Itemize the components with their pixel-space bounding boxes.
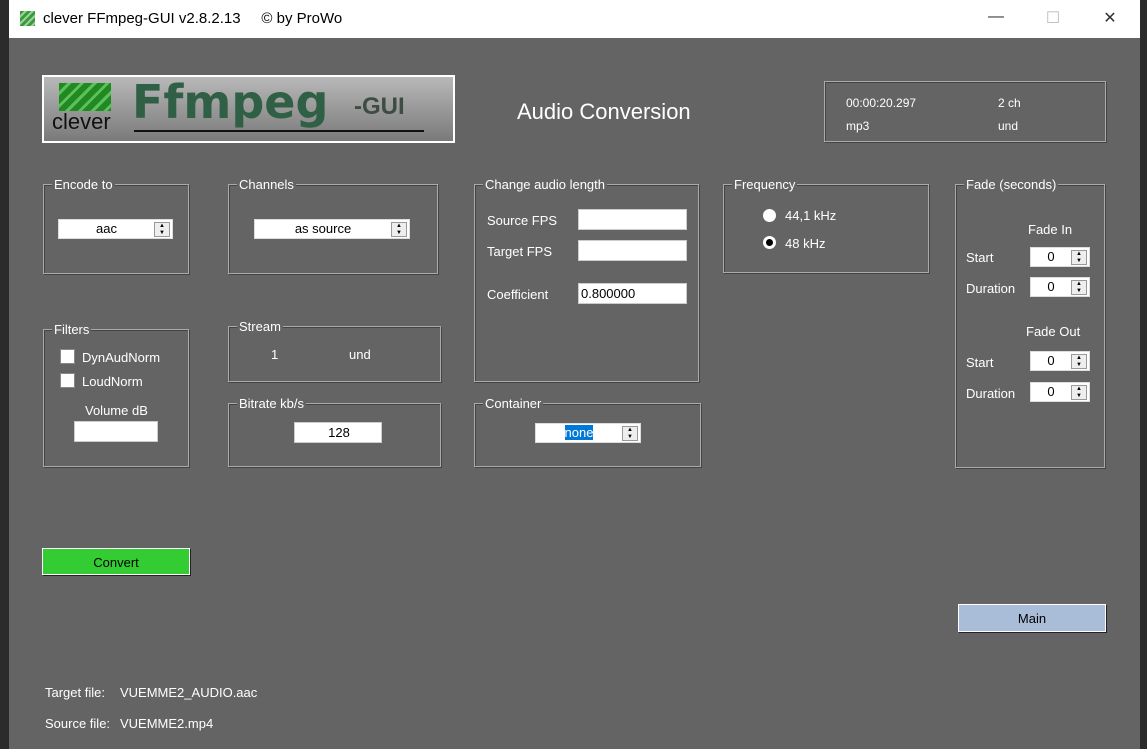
duration: 00:00:20.297 xyxy=(846,96,917,110)
fade-out-label: Fade Out xyxy=(1026,324,1081,339)
container-spinner[interactable]: none ▲ ▼ xyxy=(535,423,641,443)
stream-index: 1 xyxy=(271,347,279,362)
channels-group: Channels as source ▲ ▼ xyxy=(228,177,438,274)
value: none xyxy=(564,425,594,440)
group-label: Container xyxy=(483,396,544,411)
value: 0 xyxy=(1047,353,1055,368)
coefficient-label: Coefficient xyxy=(487,287,549,302)
freq-48-radio[interactable] xyxy=(763,236,776,249)
title-bar: clever FFmpeg-GUI v2.8.2.13 © by ProWo —… xyxy=(9,0,1140,38)
source-file: VUEMME2.mp4 xyxy=(120,716,214,731)
group-label: Frequency xyxy=(732,177,798,192)
format: mp3 xyxy=(846,119,870,133)
spin-arrows-icon[interactable]: ▲ ▼ xyxy=(1071,354,1087,369)
value: 0 xyxy=(1047,249,1055,264)
fade-group: Fade (seconds) Fade In Start 0 ▲ ▼ Duratio… xyxy=(955,177,1105,468)
target-fps-label: Target FPS xyxy=(487,244,553,259)
source-file-label: Source file: xyxy=(45,716,111,731)
language: und xyxy=(998,119,1019,133)
source-fps-label: Source FPS xyxy=(487,213,558,228)
fade-out-start-label: Start xyxy=(966,355,994,370)
minimize-button[interactable]: — xyxy=(981,8,1011,30)
channel-count: 2 ch xyxy=(998,96,1021,110)
target-file-label: Target file: xyxy=(45,685,105,700)
filters-group: Filters DynAudNorm LoudNorm Volume dB xyxy=(43,322,189,467)
main-button[interactable]: Main xyxy=(958,604,1106,632)
maximize-button[interactable]: ☐ xyxy=(1038,8,1068,30)
spin-arrows-icon[interactable]: ▲ ▼ xyxy=(1071,385,1087,400)
group-label: Encode to xyxy=(52,177,115,192)
value: 0 xyxy=(1047,279,1055,294)
spin-arrows-icon[interactable]: ▲ ▼ xyxy=(1071,280,1087,295)
bitrate-input[interactable]: 128 xyxy=(294,422,382,443)
group-label: Bitrate kb/s xyxy=(237,396,307,411)
source-fps-input[interactable] xyxy=(578,209,687,230)
value: as source xyxy=(294,221,352,236)
fade-in-duration-spinner[interactable]: 0 ▲ ▼ xyxy=(1030,277,1090,297)
coefficient-input[interactable]: 0.800000 xyxy=(578,283,687,304)
volume-input[interactable] xyxy=(74,421,158,442)
target-fps-input[interactable] xyxy=(578,240,687,261)
ffmpeg-logo-icon xyxy=(59,83,111,111)
loudnorm-checkbox[interactable] xyxy=(60,373,75,388)
spin-arrows-icon[interactable]: ▲ ▼ xyxy=(622,426,638,441)
stream-group: Stream 1 und xyxy=(228,319,441,382)
spin-arrows-icon[interactable]: ▲ ▼ xyxy=(391,222,407,237)
page-title: Audio Conversion xyxy=(517,99,691,124)
fade-in-label: Fade In xyxy=(1028,222,1073,237)
logo-ffmpeg: Ffmpeg xyxy=(132,75,329,129)
logo: clever Ffmpeg -GUI xyxy=(42,75,455,143)
group-label: Change audio length xyxy=(483,177,607,192)
freq-48-label: 48 kHz xyxy=(785,236,826,251)
fade-in-duration-label: Duration xyxy=(966,281,1016,296)
logo-gui: -GUI xyxy=(354,93,405,120)
logo-clever: clever xyxy=(52,109,111,134)
value: 0 xyxy=(1047,384,1055,399)
fade-out-duration-label: Duration xyxy=(966,386,1016,401)
dynaudnorm-checkbox[interactable] xyxy=(60,349,75,364)
spin-arrows-icon[interactable]: ▲ ▼ xyxy=(154,222,170,237)
group-label: Channels xyxy=(237,177,296,192)
encode-to-spinner[interactable]: aac ▲ ▼ xyxy=(58,219,173,239)
channels-spinner[interactable]: as source ▲ ▼ xyxy=(254,219,410,239)
fade-in-start-spinner[interactable]: 0 ▲ ▼ xyxy=(1030,247,1090,267)
convert-button[interactable]: Convert xyxy=(42,548,190,575)
window-title: clever FFmpeg-GUI v2.8.2.13 © by ProWo xyxy=(43,10,343,27)
target-file: VUEMME2_AUDIO.aac xyxy=(120,685,258,700)
freq-44-label: 44,1 kHz xyxy=(785,208,837,223)
close-button[interactable]: ✕ xyxy=(1095,8,1125,30)
stream-language: und xyxy=(349,347,371,362)
bitrate-group: Bitrate kb/s 128 xyxy=(228,396,441,467)
spin-arrows-icon[interactable]: ▲ ▼ xyxy=(1071,250,1087,265)
container-group: Container none ▲ ▼ xyxy=(474,396,701,467)
encode-to-group: Encode to aac ▲ ▼ xyxy=(43,177,189,274)
app-window: clever FFmpeg-GUI v2.8.2.13 © by ProWo —… xyxy=(9,0,1140,749)
loudnorm-label: LoudNorm xyxy=(82,374,143,389)
freq-44-radio[interactable] xyxy=(763,209,776,222)
frequency-group: Frequency 44,1 kHz 48 kHz xyxy=(723,177,929,273)
info-panel: 00:00:20.297 2 ch mp3 und xyxy=(824,81,1106,142)
value: aac xyxy=(96,221,117,236)
volume-label: Volume dB xyxy=(85,403,148,418)
fade-out-start-spinner[interactable]: 0 ▲ ▼ xyxy=(1030,351,1090,371)
audio-length-group: Change audio length Source FPS Target FP… xyxy=(474,177,699,382)
group-label: Stream xyxy=(237,319,283,334)
app-icon xyxy=(20,11,35,26)
fade-out-duration-spinner[interactable]: 0 ▲ ▼ xyxy=(1030,382,1090,402)
group-label: Fade (seconds) xyxy=(964,177,1059,192)
group-label: Filters xyxy=(52,322,92,337)
dynaudnorm-label: DynAudNorm xyxy=(82,350,161,365)
fade-in-start-label: Start xyxy=(966,250,994,265)
